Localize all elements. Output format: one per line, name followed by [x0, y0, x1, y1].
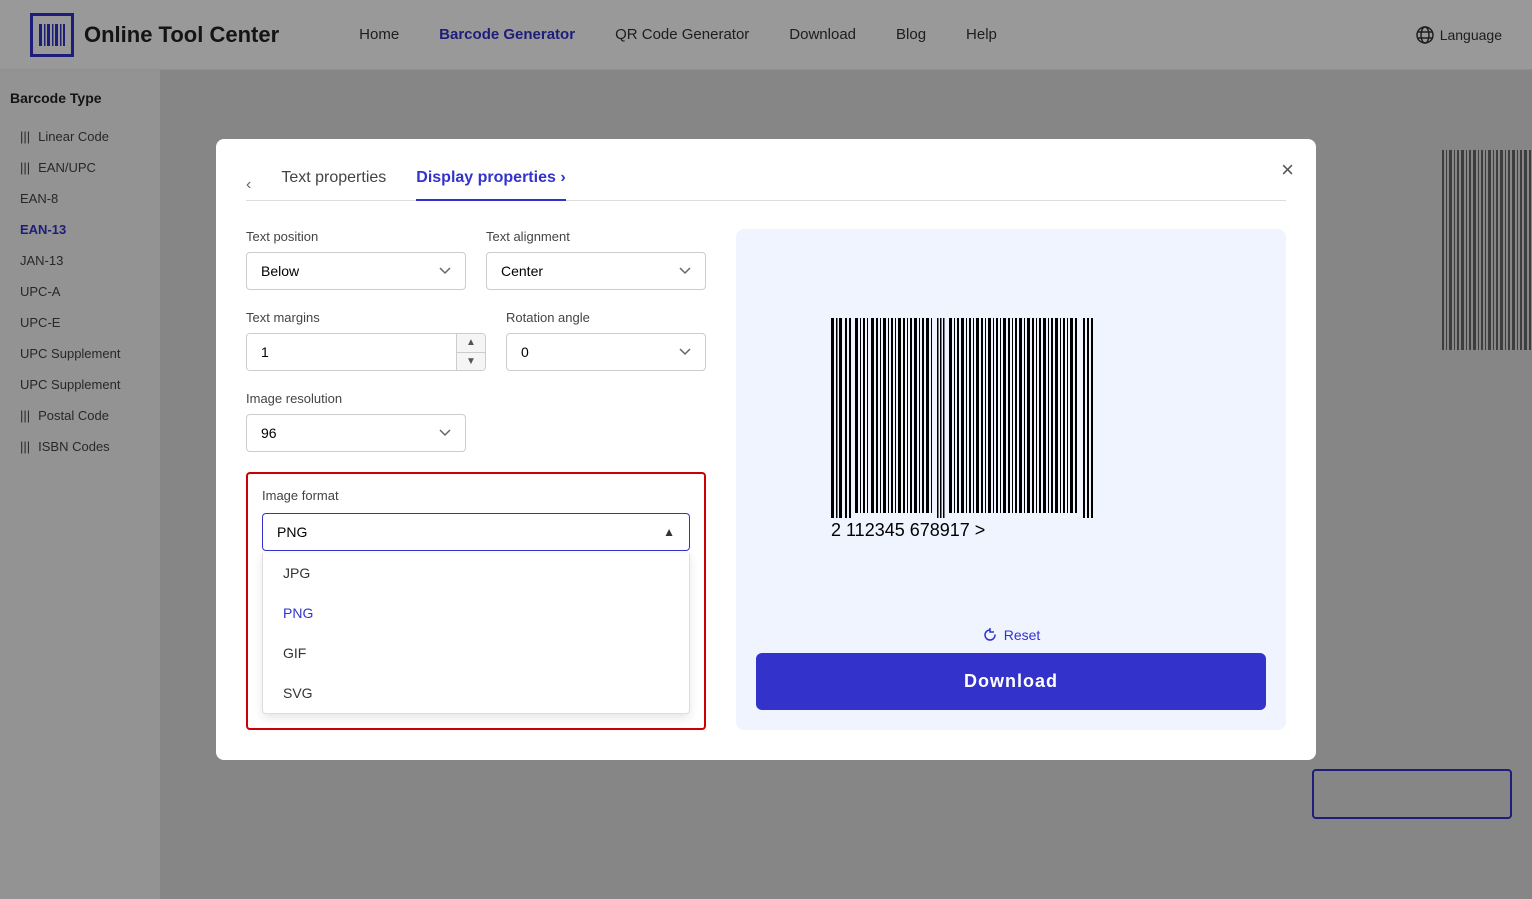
- format-select-box[interactable]: PNG ▲: [262, 513, 690, 551]
- modal-right-panel: 2 112345 678917 > Reset Download: [736, 229, 1286, 730]
- format-option-svg[interactable]: SVG: [263, 673, 689, 713]
- svg-text:2 112345 678917 >: 2 112345 678917 >: [831, 520, 985, 540]
- stepper-up[interactable]: ▲: [457, 334, 485, 353]
- stepper-down[interactable]: ▼: [457, 353, 485, 371]
- reset-button[interactable]: Reset: [982, 627, 1041, 643]
- tab-display-label: Display properties: [416, 169, 556, 186]
- modal-tabs: ‹ Text properties Display properties ›: [246, 169, 1286, 201]
- modal-body: Text position Below Above None Text alig…: [246, 229, 1286, 730]
- text-position-select[interactable]: Below Above None: [246, 252, 466, 290]
- format-option-png[interactable]: PNG: [263, 593, 689, 633]
- rotation-angle-label: Rotation angle: [506, 310, 706, 325]
- rotation-angle-select[interactable]: 0 90 180 270: [506, 333, 706, 371]
- modal-overlay: × ‹ Text properties Display properties ›…: [0, 0, 1532, 899]
- format-arrow-icon: ▲: [663, 525, 675, 539]
- form-row-2: Text margins ▲ ▼ Rotation angle 0: [246, 310, 706, 371]
- modal: × ‹ Text properties Display properties ›…: [216, 139, 1316, 760]
- text-margins-stepper: ▲ ▼: [246, 333, 486, 371]
- format-dropdown: JPG PNG GIF SVG: [262, 553, 690, 714]
- text-margins-label: Text margins: [246, 310, 486, 325]
- text-alignment-group: Text alignment Center Left Right: [486, 229, 706, 290]
- tab-next-arrow[interactable]: ›: [560, 169, 565, 186]
- barcode-preview: 2 112345 678917 >: [756, 249, 1266, 627]
- tab-text-properties[interactable]: Text properties: [281, 169, 386, 201]
- image-resolution-label: Image resolution: [246, 391, 466, 406]
- rotation-angle-group: Rotation angle 0 90 180 270: [506, 310, 706, 371]
- text-margins-group: Text margins ▲ ▼: [246, 310, 486, 371]
- close-button[interactable]: ×: [1281, 157, 1294, 183]
- tab-nav: ‹ Text properties Display properties ›: [246, 169, 566, 200]
- form-row-3: Image resolution 96 72 150 300: [246, 391, 706, 452]
- image-format-section: Image format PNG ▲ JPG PNG GIF SVG: [246, 472, 706, 730]
- stepper-buttons: ▲ ▼: [456, 334, 485, 370]
- image-resolution-group: Image resolution 96 72 150 300: [246, 391, 466, 452]
- resolution-spacer: [486, 391, 706, 452]
- form-row-1: Text position Below Above None Text alig…: [246, 229, 706, 290]
- text-position-group: Text position Below Above None: [246, 229, 466, 290]
- format-option-jpg[interactable]: JPG: [263, 553, 689, 593]
- reset-label: Reset: [1004, 627, 1041, 643]
- text-alignment-label: Text alignment: [486, 229, 706, 244]
- modal-left-panel: Text position Below Above None Text alig…: [246, 229, 706, 730]
- text-alignment-select[interactable]: Center Left Right: [486, 252, 706, 290]
- text-margins-input[interactable]: [247, 334, 456, 370]
- text-position-label: Text position: [246, 229, 466, 244]
- download-button[interactable]: Download: [756, 653, 1266, 710]
- image-resolution-select[interactable]: 96 72 150 300: [246, 414, 466, 452]
- image-format-label: Image format: [262, 488, 690, 503]
- format-option-gif[interactable]: GIF: [263, 633, 689, 673]
- reset-icon: [982, 627, 998, 643]
- format-select-container: PNG ▲ JPG PNG GIF SVG: [262, 513, 690, 714]
- tab-prev-arrow[interactable]: ‹: [246, 176, 251, 194]
- format-selected-value: PNG: [277, 524, 307, 540]
- barcode-image: 2 112345 678917 >: [801, 298, 1221, 578]
- tab-display-properties[interactable]: Display properties ›: [416, 169, 565, 201]
